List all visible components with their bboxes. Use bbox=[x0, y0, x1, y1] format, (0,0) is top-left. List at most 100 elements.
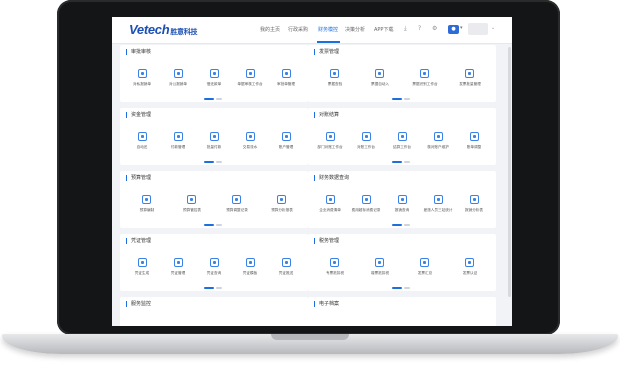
indicator-inactive[interactable] bbox=[216, 161, 222, 163]
section-items: 自动还 付款管理 批量付款 交易流水 账户管理 bbox=[120, 132, 308, 152]
module-item[interactable]: 发票汇总 bbox=[407, 258, 443, 278]
settings-icon[interactable]: ⚙ bbox=[432, 25, 437, 32]
indicator-active[interactable] bbox=[392, 98, 402, 100]
help-icon[interactable]: ? bbox=[418, 25, 421, 32]
chevron-down-icon[interactable]: ⌄ bbox=[491, 25, 495, 31]
indicator-active[interactable] bbox=[204, 224, 214, 226]
module-item[interactable]: 票据查验 bbox=[317, 69, 353, 89]
module-label: 预算管控表 bbox=[182, 207, 201, 212]
module-label: 票据自动入 bbox=[370, 81, 389, 86]
module-icon bbox=[420, 258, 429, 267]
module-item[interactable]: 对私报销单 bbox=[124, 69, 160, 89]
nav-decision-analysis[interactable]: 决策分析 bbox=[345, 26, 365, 33]
module-icon bbox=[142, 195, 151, 204]
module-item[interactable]: 增票抵扣税 bbox=[362, 258, 398, 278]
indicator-active[interactable] bbox=[204, 287, 214, 289]
module-item[interactable]: 审批单管理 bbox=[268, 69, 304, 89]
module-item[interactable]: 预算管控表 bbox=[174, 195, 210, 215]
nav-procurement[interactable]: 行政采购 bbox=[288, 26, 308, 33]
section-items: 企业消费清单 费用超标消费记录 报销查询 差旅人员三站统计 报销分析表 bbox=[308, 195, 496, 215]
module-item[interactable]: 票据识别工作台 bbox=[407, 69, 443, 89]
module-item[interactable]: 核对账户维护 bbox=[420, 132, 456, 152]
module-label: 对公报销单 bbox=[169, 81, 187, 86]
indicator-active[interactable] bbox=[392, 287, 402, 289]
module-item[interactable]: 付款管理 bbox=[160, 132, 196, 152]
module-icon bbox=[173, 132, 183, 141]
module-icon bbox=[420, 69, 429, 78]
section-card: 审批审核 对私报销单 对公报销单 借还款单 单据审核工作台 审批单管理 bbox=[120, 45, 308, 102]
module-icon bbox=[433, 195, 443, 204]
module-label: 凭证生成 bbox=[134, 270, 150, 275]
section-items: 对私报销单 对公报销单 借还款单 单据审核工作台 审批单管理 bbox=[120, 69, 308, 89]
module-icon bbox=[281, 69, 291, 78]
module-item[interactable]: 批量付款 bbox=[196, 132, 232, 152]
indicator-inactive[interactable] bbox=[404, 287, 410, 289]
module-item[interactable]: 部门对账工作台 bbox=[312, 132, 348, 152]
module-item[interactable]: 借还款单 bbox=[196, 69, 232, 89]
indicator-inactive[interactable] bbox=[404, 224, 410, 226]
module-icon bbox=[330, 258, 339, 267]
download-icon[interactable]: ⤓ bbox=[404, 25, 407, 33]
module-item[interactable]: 凭证管理 bbox=[160, 258, 196, 278]
module-label: 票据查验 bbox=[327, 81, 342, 86]
module-item[interactable]: 专票抵扣税 bbox=[317, 258, 353, 278]
section-card: 凭证管理 凭证生成 凭证管理 凭证查询 凭证模板 凭证推送 bbox=[120, 234, 308, 291]
module-item[interactable]: 凭证生成 bbox=[124, 258, 160, 278]
module-icon bbox=[245, 132, 255, 141]
indicator-inactive[interactable] bbox=[404, 161, 410, 163]
module-item[interactable]: 票据自动入 bbox=[362, 69, 398, 89]
indicator-inactive[interactable] bbox=[216, 287, 222, 289]
user-avatar[interactable]: ● bbox=[448, 25, 459, 34]
nav-finance-control[interactable]: 财务模控 bbox=[318, 26, 338, 33]
scrollbar[interactable] bbox=[508, 47, 511, 297]
nav-app-download[interactable]: APP下载 bbox=[374, 26, 393, 33]
brand-logo[interactable]: Vetech胜意科技 bbox=[129, 22, 197, 37]
indicator-active[interactable] bbox=[392, 161, 402, 163]
module-icon bbox=[375, 258, 384, 267]
laptop-notch bbox=[271, 334, 349, 340]
module-item[interactable]: 对公报销单 bbox=[160, 69, 196, 89]
module-item[interactable]: 发票批量管理 bbox=[452, 69, 488, 89]
indicator-inactive[interactable] bbox=[404, 98, 410, 100]
module-item[interactable]: 自动还 bbox=[124, 132, 160, 152]
section-card: 电子档案 bbox=[308, 297, 496, 326]
module-item[interactable]: 交易流水 bbox=[232, 132, 268, 152]
section-card: 资金管理自动还 付款管理 批量付款 交易流水 账户管理 bbox=[120, 108, 308, 165]
module-item[interactable]: 预算分析报表 bbox=[264, 195, 300, 215]
module-item[interactable]: 预算编制 bbox=[129, 195, 165, 215]
module-item[interactable]: 费用超标消费记录 bbox=[348, 195, 384, 215]
section-title: 税务管理 bbox=[314, 238, 339, 244]
section-title: 资金管理 bbox=[126, 112, 151, 118]
module-item[interactable]: 凭证模板 bbox=[232, 258, 268, 278]
module-label: 交易流水 bbox=[242, 144, 258, 149]
nav-home[interactable]: 我的主页 bbox=[260, 26, 280, 33]
module-icon bbox=[469, 195, 479, 204]
chevron-down-icon[interactable]: ▾ bbox=[460, 25, 463, 31]
indicator-inactive[interactable] bbox=[216, 224, 222, 226]
module-icon bbox=[137, 258, 147, 267]
indicator-active[interactable] bbox=[204, 98, 214, 100]
indicator-active[interactable] bbox=[204, 161, 214, 163]
module-item[interactable]: 账单调整 bbox=[456, 132, 492, 152]
module-icon bbox=[375, 69, 384, 78]
module-item[interactable]: 企业消费清单 bbox=[312, 195, 348, 215]
module-icon bbox=[281, 132, 291, 141]
indicator-active[interactable] bbox=[392, 224, 402, 226]
module-label: 发票认证 bbox=[462, 270, 477, 275]
section-title: 电子档案 bbox=[314, 301, 339, 307]
module-item[interactable]: 凭证查询 bbox=[196, 258, 232, 278]
module-item[interactable]: 报销分析表 bbox=[456, 195, 492, 215]
module-item[interactable]: 报销查询 bbox=[384, 195, 420, 215]
module-item[interactable]: 单据审核工作台 bbox=[232, 69, 268, 89]
module-item[interactable]: 对账工作台 bbox=[348, 132, 384, 152]
indicator-inactive[interactable] bbox=[216, 98, 222, 100]
module-item[interactable]: 结算工作台 bbox=[384, 132, 420, 152]
module-item[interactable]: 凭证推送 bbox=[268, 258, 304, 278]
module-item[interactable]: 预算调整记录 bbox=[219, 195, 255, 215]
module-item[interactable]: 账户管理 bbox=[268, 132, 304, 152]
module-item[interactable]: 差旅人员三站统计 bbox=[420, 195, 456, 215]
user-name-box[interactable] bbox=[468, 23, 488, 35]
module-item[interactable]: 发票认证 bbox=[452, 258, 488, 278]
module-label: 凭证查询 bbox=[206, 270, 222, 275]
module-icon bbox=[245, 69, 255, 78]
